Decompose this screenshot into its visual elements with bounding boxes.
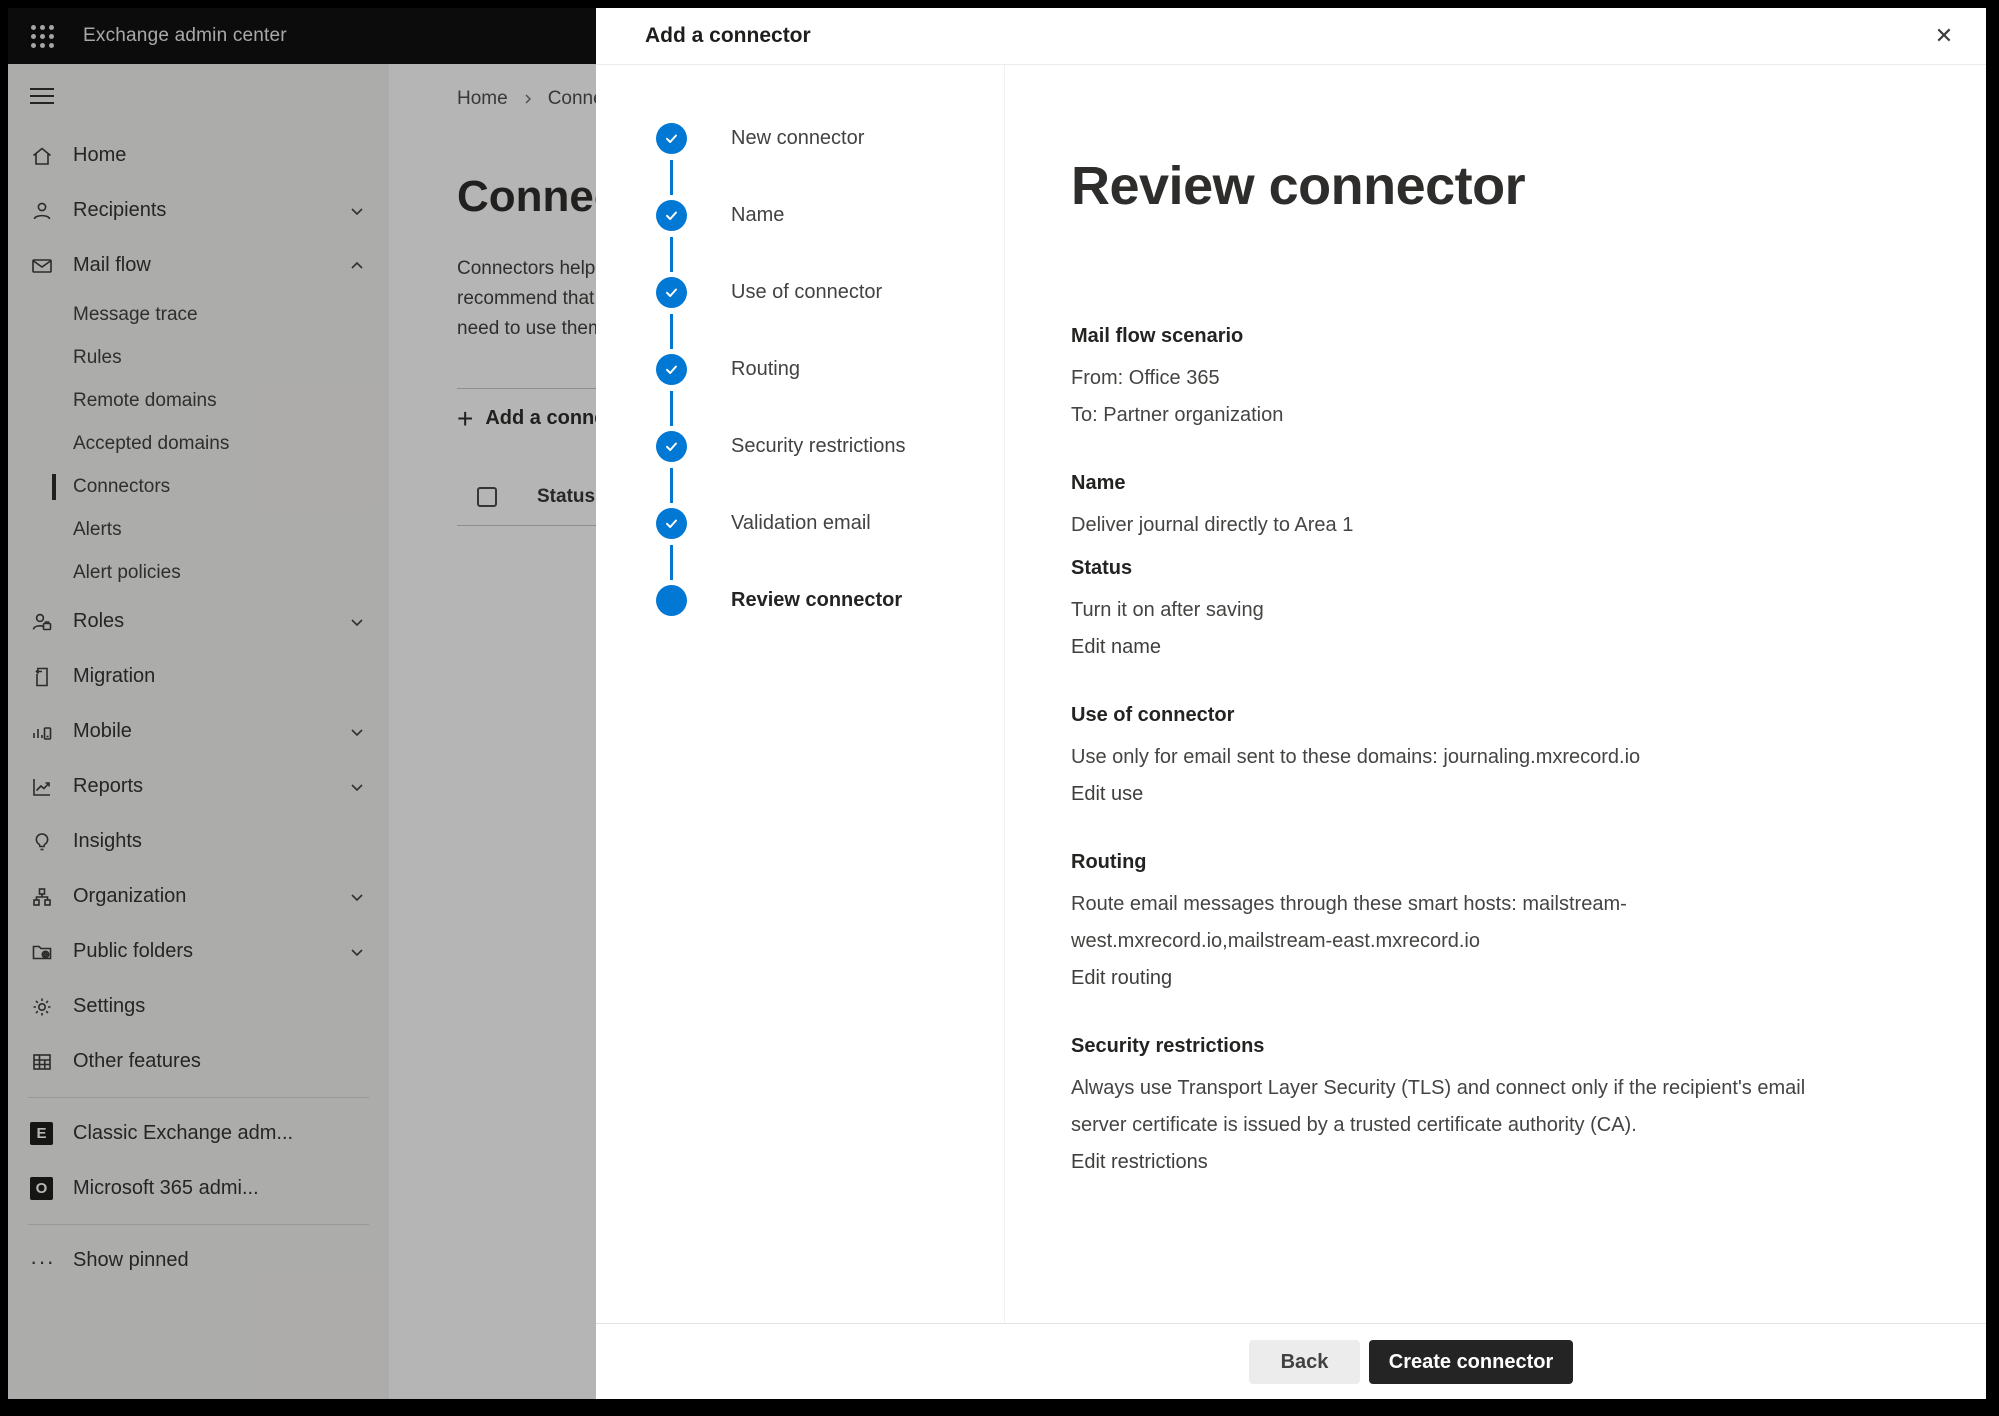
step-new-connector[interactable]: New connector bbox=[656, 123, 1004, 200]
section-title: Routing bbox=[1071, 848, 1861, 876]
step-complete-icon bbox=[656, 277, 687, 308]
review-connector-content: Review connector Mail flow scenario From… bbox=[1005, 65, 1986, 1323]
name-section: Name Deliver journal directly to Area 1 … bbox=[1071, 469, 1861, 666]
step-complete-icon bbox=[656, 123, 687, 154]
step-security-restrictions[interactable]: Security restrictions bbox=[656, 431, 1004, 508]
edit-name-link[interactable]: Edit name bbox=[1071, 629, 1161, 666]
app-window: Exchange admin center Home Recipients Ma… bbox=[8, 8, 1986, 1399]
wizard-footer: Back Create connector bbox=[596, 1323, 1986, 1399]
back-button[interactable]: Back bbox=[1249, 1340, 1360, 1384]
mail-flow-to: To: Partner organization bbox=[1071, 397, 1861, 434]
edit-routing-link[interactable]: Edit routing bbox=[1071, 960, 1172, 997]
step-active-icon bbox=[656, 585, 687, 616]
create-connector-button[interactable]: Create connector bbox=[1369, 1340, 1573, 1384]
mail-flow-from: From: Office 365 bbox=[1071, 360, 1861, 397]
step-connector-line bbox=[670, 160, 673, 195]
use-of-connector-section: Use of connector Use only for email sent… bbox=[1071, 701, 1861, 813]
mail-flow-scenario-section: Mail flow scenario From: Office 365 To: … bbox=[1071, 322, 1861, 434]
step-name[interactable]: Name bbox=[656, 200, 1004, 277]
step-review-connector[interactable]: Review connector bbox=[656, 585, 1004, 662]
step-routing[interactable]: Routing bbox=[656, 354, 1004, 431]
section-title: Mail flow scenario bbox=[1071, 322, 1861, 350]
use-of-connector-value: Use only for email sent to these domains… bbox=[1071, 739, 1861, 776]
step-complete-icon bbox=[656, 200, 687, 231]
add-connector-wizard-panel: Add a connector ✕ New connector Name bbox=[596, 8, 1986, 1399]
wizard-header: Add a connector ✕ bbox=[596, 8, 1986, 65]
section-title: Name bbox=[1071, 469, 1861, 497]
routing-value: Route email messages through these smart… bbox=[1071, 886, 1861, 960]
step-complete-icon bbox=[656, 508, 687, 539]
step-complete-icon bbox=[656, 354, 687, 385]
review-heading: Review connector bbox=[1071, 157, 1916, 216]
section-title: Use of connector bbox=[1071, 701, 1861, 729]
edit-use-link[interactable]: Edit use bbox=[1071, 776, 1143, 813]
step-validation-email[interactable]: Validation email bbox=[656, 508, 1004, 585]
close-icon[interactable]: ✕ bbox=[1926, 18, 1962, 54]
connector-name-value: Deliver journal directly to Area 1 bbox=[1071, 507, 1861, 544]
step-connector-line bbox=[670, 468, 673, 503]
wizard-title: Add a connector bbox=[645, 24, 811, 48]
security-restrictions-value: Always use Transport Layer Security (TLS… bbox=[1071, 1070, 1861, 1144]
section-title: Security restrictions bbox=[1071, 1032, 1861, 1060]
step-connector-line bbox=[670, 545, 673, 580]
step-connector-line bbox=[670, 391, 673, 426]
status-subsection-title: Status bbox=[1071, 554, 1861, 582]
step-complete-icon bbox=[656, 431, 687, 462]
screenshot-frame: Exchange admin center Home Recipients Ma… bbox=[0, 0, 1999, 1416]
step-connector-line bbox=[670, 314, 673, 349]
edit-restrictions-link[interactable]: Edit restrictions bbox=[1071, 1144, 1208, 1181]
wizard-stepper: New connector Name Use of connector Rout… bbox=[596, 65, 1005, 1323]
step-connector-line bbox=[670, 237, 673, 272]
step-use-of-connector[interactable]: Use of connector bbox=[656, 277, 1004, 354]
status-value: Turn it on after saving bbox=[1071, 592, 1861, 629]
routing-section: Routing Route email messages through the… bbox=[1071, 848, 1861, 997]
security-restrictions-section: Security restrictions Always use Transpo… bbox=[1071, 1032, 1861, 1181]
